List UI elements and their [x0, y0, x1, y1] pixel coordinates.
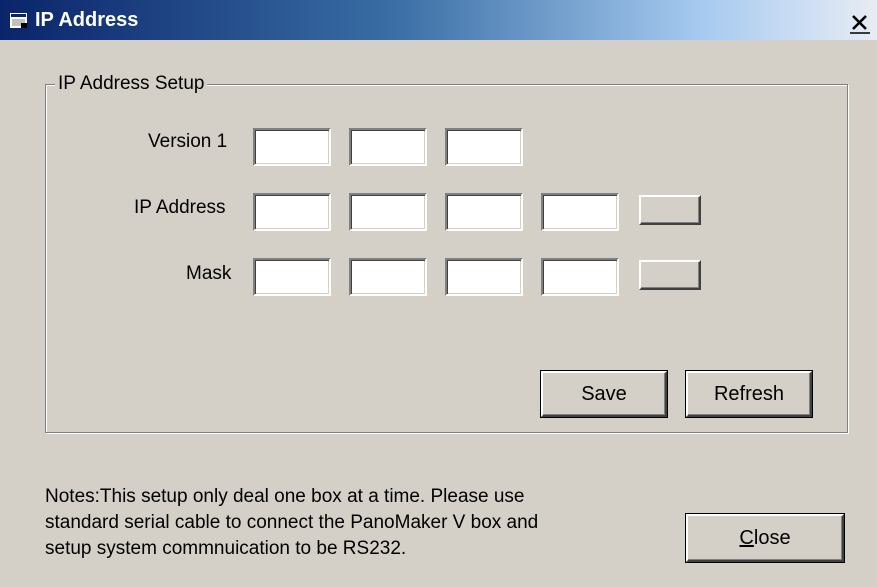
ip-address-dialog: IP Address IP Address Setup Version 1 IP…: [0, 0, 877, 587]
group-legend: IP Address Setup: [55, 72, 208, 96]
save-button[interactable]: Save: [541, 371, 667, 417]
mask-octet-3[interactable]: [445, 258, 523, 296]
close-mnemonic: C: [739, 526, 754, 549]
mask-octet-2[interactable]: [349, 258, 427, 296]
version-field-2[interactable]: [349, 128, 427, 166]
version-field-1[interactable]: [253, 128, 331, 166]
ip-action-button[interactable]: [639, 195, 701, 225]
notes-line-1: Notes:This setup only deal one box at a …: [45, 486, 525, 507]
notes-text: Notes:This setup only deal one box at a …: [45, 484, 645, 562]
mask-octet-1[interactable]: [253, 258, 331, 296]
ip-address-label: IP Address: [134, 197, 226, 218]
app-window-icon: [10, 13, 27, 28]
refresh-button[interactable]: Refresh: [686, 371, 812, 417]
window-title: IP Address: [35, 9, 139, 31]
ip-octet-2[interactable]: [349, 193, 427, 231]
ip-octet-1[interactable]: [253, 193, 331, 231]
ip-octet-4[interactable]: [541, 193, 619, 231]
notes-line-2: standard serial cable to connect the Pan…: [45, 512, 539, 533]
title-bar[interactable]: IP Address: [0, 0, 877, 40]
close-icon: [850, 15, 870, 34]
notes-line-3: setup system commnuication to be RS232.: [45, 538, 407, 559]
version-label: Version 1: [148, 131, 228, 152]
close-label-rest: lose: [753, 526, 791, 549]
ip-octet-3[interactable]: [445, 193, 523, 231]
version-field-3[interactable]: [445, 128, 523, 166]
close-window-button[interactable]: [849, 12, 871, 34]
mask-label: Mask: [186, 263, 232, 284]
mask-octet-4[interactable]: [541, 258, 619, 296]
close-button[interactable]: Close: [686, 514, 844, 562]
mask-action-button[interactable]: [639, 260, 701, 290]
